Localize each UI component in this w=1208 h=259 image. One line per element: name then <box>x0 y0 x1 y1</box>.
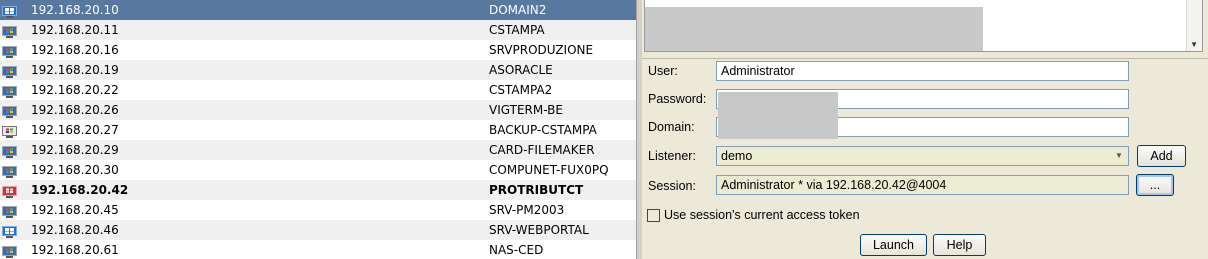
windows-server-icon <box>2 224 17 238</box>
listener-label: Listener: <box>648 149 696 163</box>
host-name: SRV-WEBPORTAL <box>489 223 589 237</box>
session-label: Session: <box>648 179 696 193</box>
host-ip: 192.168.20.26 <box>31 103 119 117</box>
add-listener-button[interactable]: Add <box>1137 145 1186 167</box>
host-name: PROTRIBUTCT <box>489 183 584 197</box>
host-ip: 192.168.20.46 <box>31 223 119 237</box>
user-field[interactable]: Administrator <box>716 61 1129 81</box>
host-list[interactable]: 192.168.20.10 DOMAIN2 192.168.20.11 CSTAMPA… <box>0 0 636 259</box>
host-ip: 192.168.20.61 <box>31 243 119 257</box>
host-row[interactable]: 192.168.20.10 DOMAIN2 <box>0 0 636 20</box>
host-name: CARD-FILEMAKER <box>489 143 595 157</box>
divider <box>642 58 1208 59</box>
host-row[interactable]: 192.168.20.46 SRV-WEBPORTAL <box>0 220 636 240</box>
user-label: User: <box>648 64 678 78</box>
windows-xp-icon <box>2 44 17 58</box>
host-row[interactable]: 192.168.20.16 SRVPRODUZIONE <box>0 40 636 60</box>
host-ip: 192.168.20.30 <box>31 163 119 177</box>
host-name: BACKUP-CSTAMPA <box>489 123 597 137</box>
chevron-down-icon[interactable]: ▼ <box>1111 148 1127 164</box>
windows-xp-icon <box>2 24 17 38</box>
windows-xp-icon <box>2 204 17 218</box>
host-name: SRVPRODUZIONE <box>489 43 594 57</box>
host-row[interactable]: 192.168.20.42 PROTRIBUTCT <box>0 180 636 200</box>
host-ip: 192.168.20.10 <box>31 3 119 17</box>
domain-label: Domain: <box>648 120 695 134</box>
host-name: SRV-PM2003 <box>489 203 565 217</box>
password-label: Password: <box>648 92 707 106</box>
browse-session-button[interactable]: ... <box>1136 174 1174 196</box>
host-ip: 192.168.20.42 <box>31 183 129 197</box>
host-row[interactable]: 192.168.20.29 CARD-FILEMAKER <box>0 140 636 160</box>
windows-xp-icon <box>2 104 17 118</box>
host-name: ASORACLE <box>489 63 553 77</box>
host-name: COMPUNET-FUX0PQ <box>489 163 609 177</box>
host-ip: 192.168.20.22 <box>31 83 119 97</box>
windows-xp-icon <box>2 64 17 78</box>
host-row[interactable]: 192.168.20.27 BACKUP-CSTAMPA <box>0 120 636 140</box>
listener-select[interactable]: demo ▼ <box>716 146 1129 166</box>
host-name: VIGTERM-BE <box>489 103 563 117</box>
host-name: DOMAIN2 <box>489 3 547 17</box>
launch-dialog-panel: ▼ User: Administrator Password: Domain: … <box>642 0 1208 259</box>
target-list[interactable]: ▼ <box>644 0 1203 52</box>
scroll-down-arrow-icon[interactable]: ▼ <box>1190 40 1198 49</box>
windows-server-icon <box>2 4 17 18</box>
host-row[interactable]: 192.168.20.19 ASORACLE <box>0 60 636 80</box>
help-button[interactable]: Help <box>933 234 986 256</box>
host-row[interactable]: 192.168.20.22 CSTAMPA2 <box>0 80 636 100</box>
host-name: CSTAMPA2 <box>489 83 553 97</box>
token-checkbox-label: Use session's current access token <box>664 208 860 222</box>
host-ip: 192.168.20.11 <box>31 23 119 37</box>
windows-2000-icon <box>2 124 17 138</box>
windows-xp-icon <box>2 244 17 258</box>
windows-xp-icon <box>2 84 17 98</box>
host-ip: 192.168.20.19 <box>31 63 119 77</box>
host-ip: 192.168.20.16 <box>31 43 119 57</box>
host-ip: 192.168.20.27 <box>31 123 119 137</box>
host-row[interactable]: 192.168.20.61 NAS-CED <box>0 240 636 259</box>
compromised-host-icon <box>2 184 17 198</box>
host-name: NAS-CED <box>489 243 544 257</box>
host-ip: 192.168.20.29 <box>31 143 119 157</box>
host-row[interactable]: 192.168.20.11 CSTAMPA <box>0 20 636 40</box>
launch-button[interactable]: Launch <box>860 234 927 256</box>
token-checkbox[interactable] <box>647 209 660 222</box>
host-name: CSTAMPA <box>489 23 545 37</box>
listener-value: demo <box>721 149 753 163</box>
host-row[interactable]: 192.168.20.26 VIGTERM-BE <box>0 100 636 120</box>
redacted-text-row <box>649 0 979 7</box>
windows-xp-icon <box>2 144 17 158</box>
host-row[interactable]: 192.168.20.30 COMPUNET-FUX0PQ <box>0 160 636 180</box>
host-row[interactable]: 192.168.20.45 SRV-PM2003 <box>0 200 636 220</box>
redacted-credentials <box>718 92 838 139</box>
windows-xp-icon <box>2 164 17 178</box>
session-field[interactable]: Administrator * via 192.168.20.42@4004 <box>716 175 1129 195</box>
vertical-scrollbar[interactable]: ▼ <box>1186 0 1202 51</box>
host-ip: 192.168.20.45 <box>31 203 119 217</box>
redacted-area <box>645 7 983 51</box>
